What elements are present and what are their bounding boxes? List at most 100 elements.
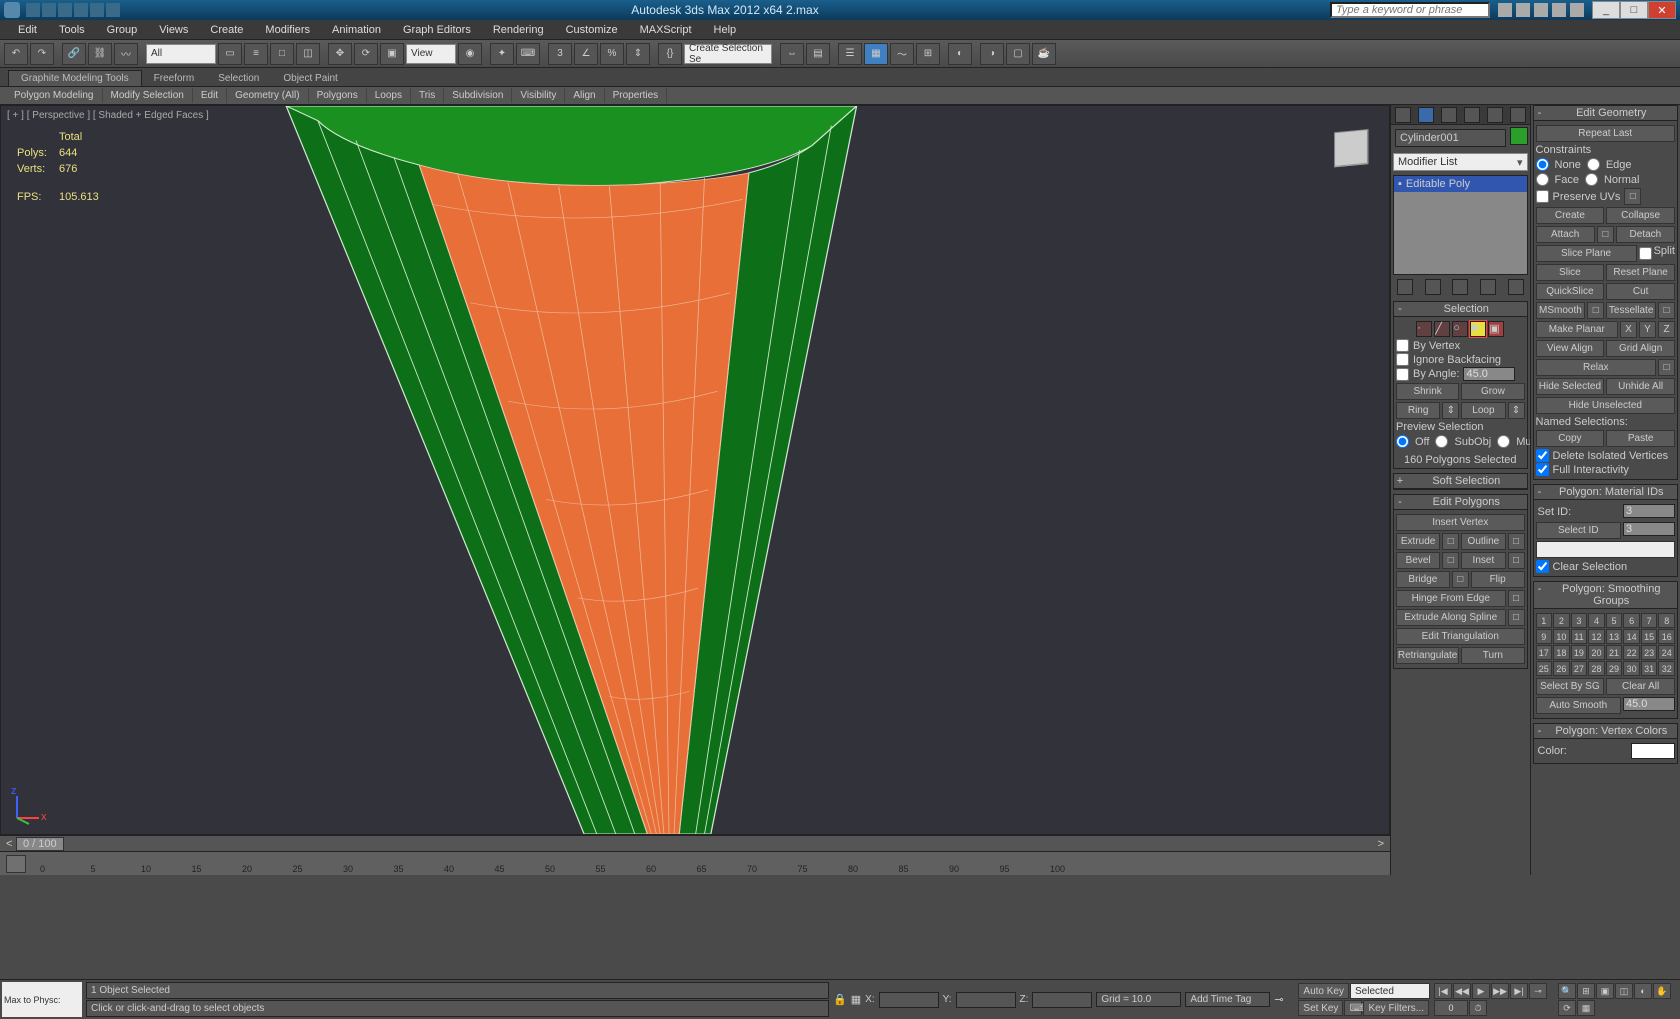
sg-31[interactable]: 31 xyxy=(1641,661,1658,676)
stack-editable-poly[interactable]: ▪ Editable Poly xyxy=(1394,176,1527,192)
panel-align[interactable]: Align xyxy=(565,88,604,103)
current-frame-spinner[interactable]: 0 xyxy=(1434,1000,1468,1016)
ignore-backfacing-checkbox[interactable] xyxy=(1396,353,1409,366)
edit-named-sel-button[interactable]: {} xyxy=(658,43,682,65)
display-tab-icon[interactable] xyxy=(1487,107,1503,123)
relax-settings-button[interactable]: □ xyxy=(1658,359,1675,376)
modify-tab-icon[interactable] xyxy=(1418,107,1434,123)
qat-more-icon[interactable] xyxy=(106,3,120,17)
rendered-frame-button[interactable]: ▢ xyxy=(1006,43,1030,65)
grid-align-button[interactable]: Grid Align xyxy=(1606,340,1675,357)
sg-18[interactable]: 18 xyxy=(1553,645,1570,660)
attach-button[interactable]: Attach xyxy=(1536,226,1595,243)
time-slider-handle[interactable]: 0 / 100 xyxy=(16,837,64,851)
split-checkbox[interactable] xyxy=(1639,245,1652,262)
view-align-button[interactable]: View Align xyxy=(1536,340,1605,357)
grow-button[interactable]: Grow xyxy=(1461,383,1524,400)
named-sel-combo[interactable]: Create Selection Se xyxy=(684,44,772,64)
hierarchy-tab-icon[interactable] xyxy=(1441,107,1457,123)
menu-edit[interactable]: Edit xyxy=(8,22,47,38)
configure-sets-icon[interactable] xyxy=(1508,279,1524,295)
tab-selection[interactable]: Selection xyxy=(206,71,271,86)
ring-button[interactable]: Ring xyxy=(1396,402,1440,419)
outline-button[interactable]: Outline xyxy=(1461,533,1505,550)
sg-4[interactable]: 4 xyxy=(1588,613,1605,628)
align-button[interactable]: ▤ xyxy=(806,43,830,65)
slice-plane-button[interactable]: Slice Plane xyxy=(1536,245,1637,262)
sg-14[interactable]: 14 xyxy=(1623,629,1640,644)
rollout-toggle-icon[interactable]: + xyxy=(1394,475,1406,487)
auto-smooth-spinner[interactable]: 45.0 xyxy=(1623,697,1675,711)
paste-named-sel-button[interactable]: Paste xyxy=(1606,430,1675,447)
edge-level-icon[interactable]: ╱ xyxy=(1434,321,1450,337)
redo-button[interactable]: ↷ xyxy=(30,43,54,65)
select-id-button[interactable]: Select ID xyxy=(1536,522,1621,539)
collapse-button[interactable]: Collapse xyxy=(1606,207,1675,224)
loop-spinner[interactable]: ⇕ xyxy=(1508,402,1525,419)
auto-key-button[interactable]: Auto Key xyxy=(1298,983,1349,999)
sg-20[interactable]: 20 xyxy=(1588,645,1605,660)
sg-15[interactable]: 15 xyxy=(1641,629,1658,644)
planar-y-button[interactable]: Y xyxy=(1639,321,1656,338)
subscription-icon[interactable] xyxy=(1498,3,1512,17)
expand-icon[interactable]: ▪ xyxy=(1398,178,1402,190)
panel-visibility[interactable]: Visibility xyxy=(512,88,565,103)
material-editor-button[interactable]: ◐ xyxy=(948,43,972,65)
time-config-button[interactable]: ⏱ xyxy=(1469,1000,1487,1016)
sg-1[interactable]: 1 xyxy=(1536,613,1553,628)
keyboard-shortcut-button[interactable]: ⌨ xyxy=(516,43,540,65)
play-button[interactable]: ▶ xyxy=(1472,983,1490,999)
pin-stack-icon[interactable] xyxy=(1397,279,1413,295)
sg-6[interactable]: 6 xyxy=(1623,613,1640,628)
zoom-button[interactable]: 🔍 xyxy=(1558,983,1576,999)
sg-9[interactable]: 9 xyxy=(1536,629,1553,644)
sg-28[interactable]: 28 xyxy=(1588,661,1605,676)
clear-all-sg-button[interactable]: Clear All xyxy=(1606,678,1675,695)
panel-polygon-modeling[interactable]: Polygon Modeling xyxy=(6,88,103,103)
mirror-button[interactable]: ⇔ xyxy=(780,43,804,65)
shrink-button[interactable]: Shrink xyxy=(1396,383,1459,400)
pivot-center-button[interactable]: ◉ xyxy=(458,43,482,65)
show-end-result-icon[interactable] xyxy=(1425,279,1441,295)
menu-customize[interactable]: Customize xyxy=(556,22,628,38)
fov-button[interactable]: ◐ xyxy=(1634,983,1652,999)
sg-19[interactable]: 19 xyxy=(1571,645,1588,660)
bridge-button[interactable]: Bridge xyxy=(1396,571,1450,588)
zoom-all-button[interactable]: ⊞ xyxy=(1577,983,1595,999)
clear-selection-checkbox[interactable] xyxy=(1536,560,1549,573)
full-interactivity-checkbox[interactable] xyxy=(1536,463,1549,476)
delete-iso-vertices-checkbox[interactable] xyxy=(1536,449,1549,462)
panel-polygons[interactable]: Polygons xyxy=(309,88,367,103)
msmooth-button[interactable]: MSmooth xyxy=(1536,302,1586,319)
sg-13[interactable]: 13 xyxy=(1606,629,1623,644)
sg-17[interactable]: 17 xyxy=(1536,645,1553,660)
sg-2[interactable]: 2 xyxy=(1553,613,1570,628)
z-coord-field[interactable] xyxy=(1032,992,1092,1008)
by-angle-spinner[interactable]: 45.0 xyxy=(1463,367,1515,381)
constraint-none-radio[interactable] xyxy=(1536,158,1549,171)
time-tag-button[interactable]: Add Time Tag xyxy=(1185,992,1270,1007)
sg-24[interactable]: 24 xyxy=(1658,645,1675,660)
link-button[interactable]: 🔗 xyxy=(62,43,86,65)
communication-icon[interactable] xyxy=(1534,3,1548,17)
hide-unselected-button[interactable]: Hide Unselected xyxy=(1536,397,1675,414)
infocenter-search[interactable] xyxy=(1330,2,1490,18)
comm-center-icon[interactable]: ⊸ xyxy=(1274,982,1294,1017)
object-name-field[interactable]: Cylinder001 xyxy=(1395,129,1506,147)
cut-button[interactable]: Cut xyxy=(1606,283,1675,300)
edit-tri-button[interactable]: Edit Triangulation xyxy=(1396,628,1525,645)
panel-modify-selection[interactable]: Modify Selection xyxy=(103,88,193,103)
menu-rendering[interactable]: Rendering xyxy=(483,22,554,38)
rollout-toggle-icon[interactable]: - xyxy=(1394,303,1406,315)
menu-grapheditors[interactable]: Graph Editors xyxy=(393,22,481,38)
close-button[interactable]: ✕ xyxy=(1648,1,1676,19)
menu-create[interactable]: Create xyxy=(200,22,253,38)
qat-redo-icon[interactable] xyxy=(90,3,104,17)
relax-button[interactable]: Relax xyxy=(1536,359,1656,376)
sg-23[interactable]: 23 xyxy=(1641,645,1658,660)
motion-tab-icon[interactable] xyxy=(1464,107,1480,123)
x-coord-field[interactable] xyxy=(879,992,939,1008)
minimize-button[interactable]: _ xyxy=(1592,1,1620,19)
utilities-tab-icon[interactable] xyxy=(1510,107,1526,123)
next-frame-button[interactable]: ▶▶ xyxy=(1491,983,1509,999)
